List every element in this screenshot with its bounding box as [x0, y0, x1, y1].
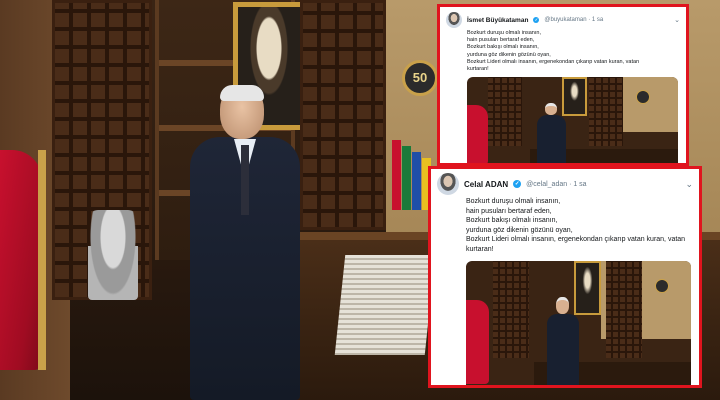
standing-man [190, 85, 300, 400]
avatar[interactable] [446, 12, 462, 28]
tweet-photo[interactable] [466, 260, 691, 385]
tweet-line: Bozkurt bakışı olmalı insanın, [466, 217, 558, 225]
party-emblem: 50 [402, 60, 438, 96]
turkish-flag [0, 150, 46, 370]
tweet-line: yurduna göz dikenin gözünü oyan, [467, 51, 551, 58]
tweet-line: Bozkurt duruşu olmalı insanın, [467, 30, 541, 36]
tweet-line: Bozkurt bakışı olmalı insanın, [467, 44, 539, 51]
tweet-line: kurtaran! [466, 245, 494, 253]
avatar[interactable] [437, 173, 459, 195]
handle-time[interactable]: @celal_adan · 1 sa [526, 181, 586, 188]
paper-stack [334, 255, 436, 355]
tweet-header: Celal ADAN ✓ @celal_adan · 1 sa ⌄ [431, 169, 699, 197]
tweet-header: İsmet Büyükataman ✓ @buyukataman · 1 sa … [440, 7, 686, 30]
tweet-line: yurduna göz dikenin gözünü oyan, [466, 226, 573, 234]
tweet-line: hain pusuları bertaraf eden, [467, 37, 535, 44]
tweet-line: kurtaran! [467, 66, 489, 73]
verified-badge-icon: ✓ [513, 180, 522, 188]
chevron-down-icon[interactable]: ⌄ [685, 179, 693, 190]
author-name[interactable]: İsmet Büyükataman [467, 17, 528, 24]
tweet-text: Bozkurt duruşu olmalı insanın, hain pusu… [440, 30, 686, 73]
chevron-down-icon[interactable]: ⌄ [674, 16, 680, 24]
tweet-line: Bozkurt Lideri olmalı insanın, ergenekon… [466, 236, 686, 244]
lattice-screen-right [300, 0, 386, 230]
tweet-line: Bozkurt duruşu olmalı insanın, [466, 198, 561, 205]
wolf-statue [88, 210, 138, 300]
tweet-line: hain pusuları bertaraf eden, [466, 207, 552, 215]
author-name[interactable]: Celal ADAN [464, 180, 508, 189]
desk-flags [392, 120, 432, 210]
handle-time[interactable]: @buyukataman · 1 sa [544, 17, 603, 23]
tweet-line: Bozkurt Lideri olmalı insanın, ergenekon… [467, 58, 640, 65]
tweet-card-top[interactable]: İsmet Büyükataman ✓ @buyukataman · 1 sa … [437, 4, 689, 166]
verified-badge-icon: ✓ [533, 17, 540, 23]
tweet-card-bottom[interactable]: Celal ADAN ✓ @celal_adan · 1 sa ⌄ Bozkur… [428, 166, 702, 388]
tweet-text: Bozkurt duruşu olmalı insanın, hain pusu… [431, 197, 699, 255]
tweet-photo[interactable] [467, 77, 678, 163]
